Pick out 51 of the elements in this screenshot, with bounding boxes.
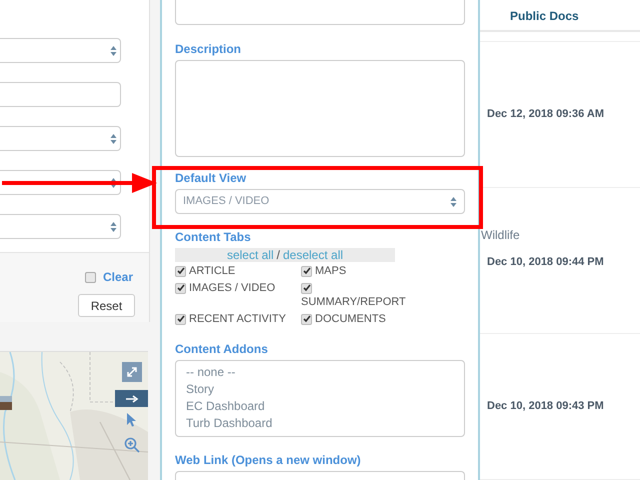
select-field[interactable] (0, 214, 121, 239)
reset-button[interactable]: Reset (78, 294, 135, 317)
separator: / (276, 247, 280, 264)
expand-icon (126, 366, 138, 378)
text-field[interactable] (0, 82, 121, 107)
select-field[interactable] (0, 126, 121, 151)
checkbox-label: RECENT ACTIVITY (189, 313, 286, 325)
list-option[interactable]: Story (186, 381, 454, 398)
category-text: Wildlife (481, 227, 520, 244)
default-view-select[interactable]: IMAGES / VIDEO (175, 189, 465, 214)
description-field[interactable] (175, 60, 465, 157)
checkbox[interactable] (175, 266, 186, 277)
text-area[interactable] (175, 0, 465, 25)
clear-link[interactable]: Clear (102, 268, 133, 286)
arrow-button[interactable] (115, 390, 148, 407)
content-tabs-label: Content Tabs (175, 230, 252, 244)
checkbox-label: ARTICLE (189, 265, 236, 277)
select-arrows-icon (110, 176, 117, 188)
list-option[interactable]: -- none -- (186, 364, 454, 381)
right-arrow-icon (124, 394, 138, 402)
content-addons-label: Content Addons (175, 342, 269, 356)
default-view-label: Default View (175, 171, 248, 185)
addons-listbox[interactable]: -- none -- Story EC Dashboard Turb Dashboard (175, 360, 465, 437)
web-link-label: Web Link (Opens a new window) (175, 453, 362, 467)
checkbox[interactable] (84, 272, 96, 282)
deselect-all-link[interactable]: deselect all (282, 246, 344, 264)
zoom-in-icon[interactable] (124, 437, 140, 453)
checkbox[interactable] (175, 282, 186, 294)
checkbox-label: DOCUMENTS (315, 313, 386, 325)
list-option[interactable]: EC Dashboard (186, 398, 454, 415)
description-label: Description (175, 42, 242, 56)
select-arrows-icon (450, 196, 457, 208)
checkbox[interactable] (301, 282, 312, 294)
date-cell-text: Dec 10, 2018 09:43 PM (487, 399, 604, 414)
list-option[interactable]: Turb Dashboard (186, 415, 454, 432)
checkbox-label: IMAGES / VIDEO (189, 282, 276, 294)
checkbox-label: MAPS (315, 265, 346, 277)
checkbox-label: SUMMARY/REPORT (301, 296, 406, 308)
pointer-icon[interactable] (126, 412, 137, 427)
checkbox[interactable] (301, 314, 312, 325)
column-header[interactable]: Public Docs (480, 0, 640, 32)
date-cell-text: Dec 12, 2018 09:36 AM (487, 107, 604, 122)
select-field[interactable] (0, 38, 121, 63)
fullscreen-button[interactable] (122, 362, 142, 382)
select-arrows-icon (110, 132, 117, 144)
date-cell-text: Dec 10, 2018 09:44 PM (487, 255, 604, 270)
checkbox[interactable] (175, 314, 186, 325)
select-all-link[interactable]: select all (226, 246, 274, 264)
checkbox[interactable] (301, 266, 312, 277)
select-arrows-icon (110, 220, 117, 232)
select-arrows-icon (110, 44, 117, 56)
